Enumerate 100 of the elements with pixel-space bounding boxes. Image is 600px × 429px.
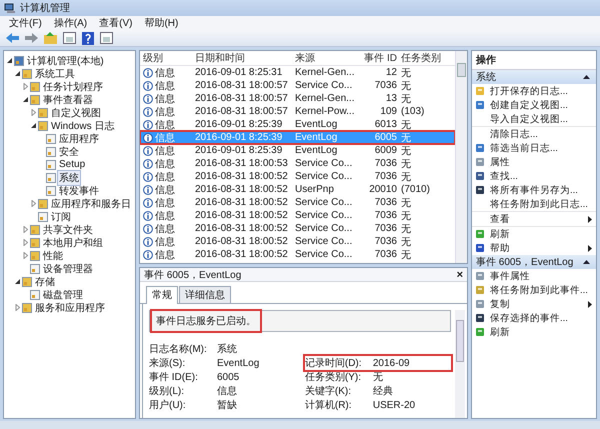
action-link[interactable]: 清除日志...	[490, 128, 538, 140]
close-button[interactable]: ×	[456, 268, 463, 280]
tree-item[interactable]: 应用程序和服务日	[49, 196, 133, 212]
tree-item[interactable]: 任务计划程序	[41, 78, 105, 94]
tab[interactable]: 常规	[146, 286, 178, 304]
node-icon	[30, 82, 40, 92]
back-icon[interactable]	[6, 33, 19, 43]
menu-item[interactable]: 操作(A)	[54, 16, 88, 30]
event-row[interactable]: 信息 2016-08-31 18:00:57 Kernel-Pow... 109 (103)	[140, 105, 455, 118]
action-link[interactable]: 帮助	[490, 242, 510, 254]
scrollbar[interactable]	[455, 310, 465, 418]
event-row[interactable]: 信息 2016-08-31 18:00:53 Service Co... 7036 无	[140, 157, 455, 170]
expand-arrow-icon[interactable]	[22, 252, 29, 259]
pane-icon[interactable]	[100, 32, 113, 44]
field-label: 任务类别(Y):	[304, 370, 362, 384]
action-icon	[475, 271, 485, 281]
collapse-arrow-icon[interactable]	[30, 122, 37, 129]
event-row[interactable]: 信息 2016-08-31 18:00:52 Service Co... 7036 无	[140, 248, 455, 261]
section-header[interactable]: 事件 6005，EventLog	[472, 255, 596, 269]
tree-item[interactable]: 存储	[33, 274, 57, 290]
table-cell-text: Kernel-Pow...	[295, 106, 356, 117]
table-cell-text: Kernel-Gen...	[295, 93, 356, 104]
expand-arrow-icon[interactable]	[30, 109, 37, 116]
action-link[interactable]: 打开保存的日志...	[490, 84, 568, 98]
tree-item[interactable]: 共享文件夹	[41, 222, 95, 238]
table-cell-text: Kernel-Gen...	[295, 67, 356, 78]
folder-up-icon[interactable]	[44, 32, 57, 44]
expand-arrow-icon[interactable]	[22, 83, 29, 90]
pane-icon[interactable]	[63, 32, 76, 44]
tree-item[interactable]: 应用程序	[57, 130, 101, 146]
action-link[interactable]: 导入自定义视图...	[490, 112, 568, 126]
tree-item[interactable]: 事件查看器	[41, 92, 95, 108]
tree-item[interactable]: 系统	[57, 170, 81, 186]
expand-arrow-icon[interactable]	[22, 239, 29, 246]
action-link[interactable]: 将任务附加到此事件...	[490, 284, 588, 296]
event-row[interactable]: 信息 2016-08-31 18:00:52 UserPnp 20010 (7010)	[140, 183, 455, 196]
table-cell-text: 13	[384, 93, 398, 104]
column-header[interactable]: 来源	[295, 51, 357, 65]
table-cell-text: 7036	[374, 210, 398, 221]
tree-item[interactable]: 本地用户和组	[41, 234, 105, 250]
action-link[interactable]: 创建自定义视图...	[490, 98, 568, 112]
collapse-arrow-icon[interactable]	[14, 70, 21, 77]
tab[interactable]: 详细信息	[179, 286, 231, 303]
help-icon[interactable]	[82, 32, 94, 44]
event-row[interactable]: 信息 2016-08-31 18:00:57 Kernel-Gen... 13 无	[140, 92, 455, 105]
menu-item[interactable]: 帮助(H)	[144, 16, 178, 30]
tree-item[interactable]: 磁盘管理	[41, 286, 85, 302]
event-row[interactable]: 信息 2016-08-31 18:00:52 Service Co... 7036 无	[140, 196, 455, 209]
collapse-arrow-icon[interactable]	[14, 278, 21, 285]
event-row[interactable]: 信息 2016-09-01 8:25:39 EventLog 6009 无	[140, 144, 455, 157]
collapse-arrow-icon[interactable]	[22, 96, 29, 103]
menu-item[interactable]: 文件(F)	[9, 16, 42, 30]
event-row[interactable]: 信息 2016-08-31 18:00:57 Service Co... 7036 无	[140, 79, 455, 92]
action-link[interactable]: 查看	[490, 212, 510, 226]
field-value: 信息	[217, 384, 237, 398]
tree-item[interactable]: 服务和应用程序	[33, 300, 107, 316]
expand-arrow-icon[interactable]	[22, 226, 29, 233]
node-icon	[46, 134, 56, 144]
expand-arrow-icon[interactable]	[14, 304, 21, 311]
action-link[interactable]: 事件属性	[490, 270, 530, 282]
tree-item[interactable]: 系统工具	[33, 66, 77, 82]
scrollbar[interactable]	[455, 51, 467, 263]
tree-item[interactable]: 自定义视图	[49, 104, 103, 120]
action-link[interactable]: 保存选择的事件...	[490, 312, 568, 324]
action-link[interactable]: 复制	[490, 298, 510, 310]
action-link[interactable]: 筛选当前日志...	[490, 142, 558, 154]
event-row[interactable]: 信息 2016-09-01 8:25:31 Kernel-Gen... 12 无	[140, 66, 455, 79]
column-header[interactable]: 任务类别	[401, 51, 449, 65]
tree-item[interactable]: 设备管理器	[41, 260, 95, 276]
action-link[interactable]: 刷新	[490, 228, 510, 240]
column-header[interactable]: 日期和时间	[195, 51, 295, 65]
column-header[interactable]: 事件 ID	[357, 51, 401, 65]
event-row[interactable]: 信息 2016-08-31 18:00:52 Service Co... 7036 无	[140, 170, 455, 183]
action-link[interactable]: 将任务附加到此日志...	[490, 198, 588, 210]
table-cell-text: 信息	[155, 66, 175, 80]
collapse-arrow-icon[interactable]	[6, 57, 13, 64]
menu-item[interactable]: 查看(V)	[99, 16, 132, 30]
action-link[interactable]: 查找...	[490, 170, 518, 182]
column-header[interactable]: 级别	[140, 51, 195, 65]
forward-icon[interactable]	[25, 33, 38, 43]
table-cell-text: 2016-08-31 18:00:57	[195, 93, 289, 104]
expand-arrow-icon[interactable]	[30, 200, 37, 207]
action-link[interactable]: 属性	[490, 156, 510, 168]
tree-item[interactable]: 安全	[57, 144, 81, 160]
event-row[interactable]: 信息 2016-08-31 18:00:52 Service Co... 7036 无	[140, 235, 455, 248]
event-row[interactable]: 信息 2016-08-31 18:00:52 Service Co... 7036 无	[140, 222, 455, 235]
action-link[interactable]: 将所有事件另存为...	[490, 184, 578, 196]
collapse-icon[interactable]	[583, 260, 590, 264]
tree-item[interactable]: 转发事件	[57, 182, 101, 198]
tree-item[interactable]: 计算机管理(本地)	[25, 52, 106, 68]
node-icon	[38, 212, 48, 222]
tree-item[interactable]: 性能	[41, 248, 65, 264]
tree-item[interactable]: Windows 日志	[49, 118, 116, 134]
collapse-icon[interactable]	[583, 75, 590, 79]
tree-item[interactable]: 订阅	[49, 208, 73, 224]
action-link[interactable]: 刷新	[490, 326, 510, 338]
tree-item[interactable]: Setup	[57, 158, 88, 171]
section-header[interactable]: 系统	[472, 70, 596, 84]
event-row[interactable]: 信息 2016-09-01 8:25:39 EventLog 6013 无	[140, 118, 455, 131]
event-row[interactable]: 信息 2016-08-31 18:00:52 Service Co... 7036 无	[140, 209, 455, 222]
